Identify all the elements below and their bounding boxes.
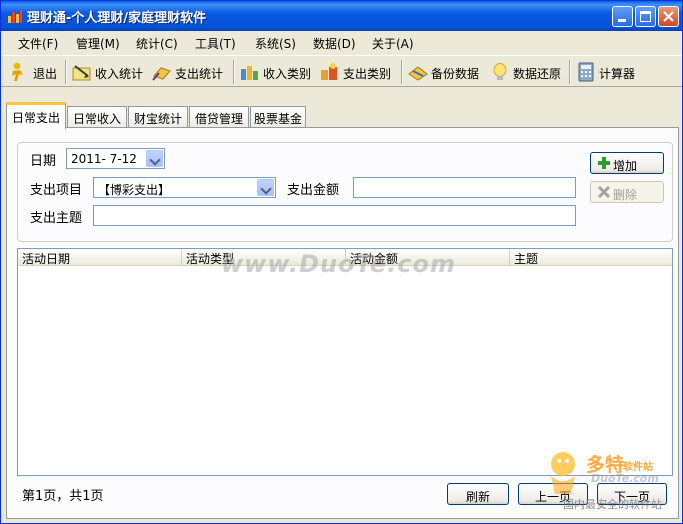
watermark-logo-url: DuoTe.com — [591, 472, 659, 485]
menu-file[interactable]: 文件(F) — [18, 35, 58, 52]
column-header-date[interactable]: 活动日期 — [18, 249, 182, 266]
expense-subject-label: 支出主题 — [30, 211, 83, 226]
toolbar-income-category-button[interactable]: 收入类别 — [239, 59, 315, 85]
expense-amount-input[interactable] — [353, 177, 576, 198]
toolbar-backup-button[interactable]: 备份数据 — [407, 59, 483, 85]
menu-bar: 文件(F) 管理(M) 统计(C) 工具(T) 系统(S) 数据(D) 关于(A… — [1, 31, 682, 53]
toolbar: 退出 收入统计 支出统计 收入类别 支出类别 备份数据 数据还原 计算器 — [1, 55, 682, 87]
watermark-logo-slogan: 国内最安全的软件站 — [563, 498, 662, 511]
delete-x-icon — [597, 185, 611, 199]
tab-stock-fund[interactable]: 股票基金 — [250, 106, 306, 128]
toolbar-restore-button[interactable]: 数据还原 — [489, 59, 565, 85]
expense-item-dropdown-icon[interactable] — [257, 179, 274, 196]
toolbar-separator — [65, 60, 67, 84]
tab-daily-income[interactable]: 日常收入 — [67, 106, 127, 128]
close-button[interactable] — [658, 6, 679, 27]
expense-item-label: 支出项目 — [30, 183, 83, 198]
refresh-button[interactable]: 刷新 — [447, 483, 509, 505]
plus-icon — [598, 157, 610, 169]
date-value: 2011- 7-12 — [71, 152, 137, 166]
expense-stats-icon — [152, 67, 171, 81]
tab-loan-management[interactable]: 借贷管理 — [189, 106, 249, 128]
expense-item-value: 【博彩支出】 — [98, 183, 171, 197]
watermark-text: www.DuoTe.com — [221, 250, 456, 278]
calculator-icon — [578, 62, 594, 82]
menu-system[interactable]: 系统(S) — [255, 35, 296, 52]
page-info: 第1页，共1页 — [22, 489, 104, 504]
menu-about[interactable]: 关于(A) — [372, 35, 414, 52]
exit-person-icon — [12, 62, 23, 81]
toolbar-separator — [401, 60, 403, 84]
toolbar-calculator-button[interactable]: 计算器 — [575, 59, 641, 85]
expense-amount-label: 支出金额 — [287, 183, 340, 198]
toolbar-expense-stats-button[interactable]: 支出统计 — [151, 59, 229, 85]
expense-form-group: 日期 2011- 7-12 支出项目 【博彩支出】 支出金额 支出主题 增加 删… — [17, 142, 673, 242]
title-bar[interactable]: 理财通-个人理财/家庭理财软件 — [1, 1, 682, 31]
tab-strip: 日常支出 日常收入 财宝统计 借贷管理 股票基金 — [6, 102, 679, 129]
tab-wealth-stats[interactable]: 财宝统计 — [128, 106, 188, 128]
toolbar-income-stats-button[interactable]: 收入统计 — [71, 59, 147, 85]
toolbar-separator — [233, 60, 235, 84]
toolbar-exit-button[interactable]: 退出 — [7, 59, 63, 85]
app-logo-icon — [8, 10, 22, 23]
maximize-button[interactable] — [635, 6, 656, 27]
menu-data[interactable]: 数据(D) — [313, 35, 356, 52]
column-header-subject[interactable]: 主题 — [510, 249, 672, 266]
tab-daily-expense[interactable]: 日常支出 — [6, 102, 66, 129]
date-picker[interactable]: 2011- 7-12 — [66, 148, 165, 169]
menu-tools[interactable]: 工具(T) — [195, 35, 236, 52]
date-label: 日期 — [30, 154, 57, 169]
toolbar-separator — [569, 60, 571, 84]
delete-button[interactable]: 删除 — [590, 181, 664, 203]
close-icon — [663, 11, 674, 22]
minimize-button[interactable] — [612, 6, 633, 27]
window-title: 理财通-个人理财/家庭理财软件 — [27, 11, 207, 26]
watermark-logo-subtitle: 软件站 — [623, 462, 653, 473]
income-stats-icon — [72, 65, 91, 81]
expense-list[interactable]: 活动日期 活动类型 活动金额 主题 — [17, 248, 673, 476]
add-button[interactable]: 增加 — [590, 152, 664, 174]
toolbar-expense-category-button[interactable]: 支出类别 — [319, 59, 397, 85]
backup-icon — [408, 66, 428, 81]
expense-subject-input[interactable] — [93, 205, 576, 226]
expense-category-icon — [321, 63, 337, 80]
menu-stats[interactable]: 统计(C) — [136, 35, 178, 52]
restore-bulb-icon — [493, 63, 507, 80]
menu-manage[interactable]: 管理(M) — [76, 35, 120, 52]
income-category-icon — [241, 66, 258, 80]
date-dropdown-icon[interactable] — [146, 150, 163, 167]
expense-item-select[interactable]: 【博彩支出】 — [93, 177, 276, 198]
app-window: 理财通-个人理财/家庭理财软件 文件(F) 管理(M) 统计(C) 工具(T) … — [0, 0, 683, 524]
